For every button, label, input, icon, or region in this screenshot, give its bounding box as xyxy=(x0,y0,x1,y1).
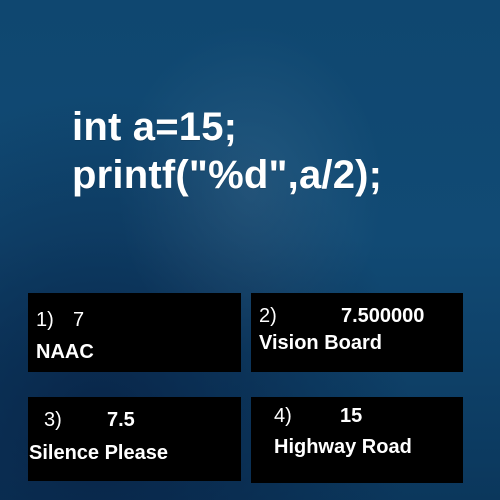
option-number: 2) xyxy=(259,305,277,327)
option-label: Highway Road xyxy=(274,436,412,458)
option-value: 7.5 xyxy=(107,409,135,431)
option-label: Vision Board xyxy=(259,332,382,354)
option-card-2[interactable]: 2) 7.500000 Vision Board xyxy=(251,293,463,372)
option-card-3[interactable]: 3) 7.5 Silence Please xyxy=(28,397,241,481)
option-card-4[interactable]: 4) 15 Highway Road xyxy=(251,397,463,483)
code-snippet: int a=15; printf("%d",a/2); xyxy=(72,103,382,199)
option-value: 7.500000 xyxy=(341,305,425,327)
option-value: 15 xyxy=(340,405,363,427)
option-number: 4) xyxy=(274,405,292,427)
code-line-1: int a=15; xyxy=(72,105,238,149)
option-label: NAAC xyxy=(36,341,94,363)
option-number: 3) xyxy=(44,409,62,431)
option-number: 1) xyxy=(36,309,54,331)
option-label: Silence Please xyxy=(29,442,168,464)
option-value: 7 xyxy=(73,309,85,331)
code-line-2: printf("%d",a/2); xyxy=(72,153,383,197)
option-card-1[interactable]: 1) 7 NAAC xyxy=(28,293,241,372)
